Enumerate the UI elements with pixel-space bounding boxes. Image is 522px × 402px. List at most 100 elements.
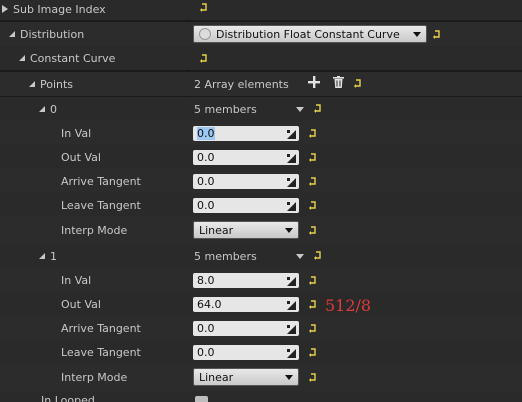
point-0-label: 0: [50, 102, 57, 116]
point-1-in-val-field[interactable]: 8.0: [193, 273, 299, 288]
plus-icon[interactable]: [308, 76, 320, 91]
point-0-leave-tangent-field[interactable]: 0.0: [193, 198, 299, 213]
distribution-type-dropdown[interactable]: Distribution Float Constant Curve: [193, 25, 427, 43]
row-point-1-in-val: In Val 8.0: [0, 268, 522, 292]
expand-triangle-icon[interactable]: [19, 55, 25, 61]
reset-to-default-icon[interactable]: [309, 226, 317, 235]
point-1-members: 5 members: [194, 250, 257, 263]
point-1-arrive-tangent-field[interactable]: 0.0: [193, 321, 299, 336]
in-val-value: 0.0: [197, 127, 215, 140]
in-val-value: 8.0: [197, 274, 215, 287]
row-point-0-out-val: Out Val 0.0: [0, 145, 522, 169]
reset-to-default-icon[interactable]: [200, 54, 208, 63]
reset-to-default-icon[interactable]: [309, 201, 317, 210]
drag-handle-icon[interactable]: [287, 276, 296, 286]
expand-triangle-icon[interactable]: [39, 106, 45, 112]
out-val-label: Out Val: [61, 297, 101, 311]
interp-mode-value: Linear: [199, 223, 234, 237]
point-0-out-val-field[interactable]: 0.0: [193, 150, 299, 165]
details-panel: Sub Image Index Distribution Distributio…: [0, 0, 522, 402]
out-val-value: 0.0: [197, 151, 215, 164]
point-1-out-val-field[interactable]: 64.0: [193, 297, 299, 312]
arrive-tangent-label: Arrive Tangent: [61, 321, 141, 335]
leave-tangent-value: 0.0: [197, 346, 215, 359]
row-point-1-arrive-tangent: Arrive Tangent 0.0: [0, 316, 522, 340]
row-points: Points 2 Array elements: [0, 72, 522, 96]
distribution-label: Distribution: [20, 27, 85, 41]
reset-to-default-icon[interactable]: [309, 348, 317, 357]
points-label: Points: [40, 77, 74, 91]
reset-to-default-icon[interactable]: [309, 373, 317, 382]
chevron-down-icon: [413, 32, 421, 37]
row-point-1-leave-tangent: Leave Tangent 0.0: [0, 340, 522, 364]
row-point-0-arrive-tangent: Arrive Tangent 0.0: [0, 169, 522, 193]
out-val-value: 64.0: [197, 298, 222, 311]
drag-handle-icon[interactable]: [287, 201, 296, 211]
distribution-type-value: Distribution Float Constant Curve: [216, 27, 400, 41]
arrive-tangent-value: 0.0: [197, 175, 215, 188]
expand-triangle-icon[interactable]: [29, 81, 35, 87]
row-sub-image-index: Sub Image Index: [0, 0, 522, 20]
in-val-label: In Val: [61, 273, 92, 287]
reset-to-default-icon[interactable]: [309, 177, 317, 186]
drag-handle-icon[interactable]: [287, 300, 296, 310]
leave-tangent-label: Leave Tangent: [61, 345, 141, 359]
row-point-1: 1 5 members: [0, 244, 522, 268]
row-point-0: 0 5 members: [0, 97, 522, 121]
row-distribution: Distribution Distribution Float Constant…: [0, 22, 522, 46]
sub-image-index-label: Sub Image Index: [13, 2, 106, 16]
collapse-triangle-icon[interactable]: [2, 5, 8, 13]
drag-handle-icon[interactable]: [287, 153, 296, 163]
row-point-1-interp-mode: Interp Mode Linear: [0, 364, 522, 391]
reset-to-default-icon[interactable]: [354, 79, 362, 88]
constant-curve-label: Constant Curve: [30, 51, 116, 65]
row-constant-curve: Constant Curve: [0, 46, 522, 70]
point-0-arrive-tangent-field[interactable]: 0.0: [193, 174, 299, 189]
reset-to-default-icon[interactable]: [309, 129, 317, 138]
reset-to-default-icon[interactable]: [200, 3, 208, 12]
interp-mode-label: Interp Mode: [61, 371, 128, 384]
chevron-down-icon[interactable]: [296, 107, 304, 112]
in-looped-checkbox[interactable]: [195, 396, 208, 402]
point-0-members: 5 members: [194, 103, 257, 116]
drag-handle-icon[interactable]: [287, 324, 296, 334]
chevron-down-icon: [285, 375, 293, 380]
reset-to-default-icon[interactable]: [314, 104, 322, 113]
row-point-0-in-val: In Val 0.0: [0, 121, 522, 145]
drag-handle-icon[interactable]: [287, 348, 296, 358]
reset-to-default-icon[interactable]: [433, 30, 441, 39]
point-1-leave-tangent-field[interactable]: 0.0: [193, 345, 299, 360]
trash-icon[interactable]: [333, 76, 344, 91]
point-0-interp-mode-dropdown[interactable]: Linear: [193, 221, 299, 239]
row-in-looped: In Looped: [0, 391, 522, 402]
chevron-down-icon[interactable]: [296, 254, 304, 259]
reset-to-default-icon[interactable]: [309, 324, 317, 333]
drag-handle-icon[interactable]: [287, 129, 296, 139]
points-count: 2 Array elements: [194, 78, 289, 91]
expand-triangle-icon[interactable]: [9, 31, 15, 37]
arrive-tangent-label: Arrive Tangent: [61, 174, 141, 188]
point-1-label: 1: [50, 249, 57, 263]
reset-to-default-icon[interactable]: [309, 276, 317, 285]
in-looped-label: In Looped: [41, 394, 95, 402]
point-1-interp-mode-dropdown[interactable]: Linear: [193, 368, 299, 386]
reset-to-default-icon[interactable]: [314, 251, 322, 260]
interp-mode-value: Linear: [199, 370, 234, 384]
distribution-type-icon: [199, 28, 211, 40]
arrive-tangent-value: 0.0: [197, 322, 215, 335]
handwritten-annotation: 512/8: [325, 296, 372, 315]
row-point-0-interp-mode: Interp Mode Linear: [0, 217, 522, 244]
out-val-label: Out Val: [61, 150, 101, 164]
row-point-0-leave-tangent: Leave Tangent 0.0: [0, 193, 522, 217]
chevron-down-icon: [285, 228, 293, 233]
leave-tangent-label: Leave Tangent: [61, 198, 141, 212]
leave-tangent-value: 0.0: [197, 199, 215, 212]
interp-mode-label: Interp Mode: [61, 224, 128, 237]
reset-to-default-icon[interactable]: [309, 153, 317, 162]
in-val-label: In Val: [61, 126, 92, 140]
reset-to-default-icon[interactable]: [309, 300, 317, 309]
drag-handle-icon[interactable]: [287, 177, 296, 187]
expand-triangle-icon[interactable]: [39, 253, 45, 259]
row-point-1-out-val: Out Val 64.0 512/8: [0, 292, 522, 316]
point-0-in-val-field[interactable]: 0.0: [193, 126, 299, 141]
